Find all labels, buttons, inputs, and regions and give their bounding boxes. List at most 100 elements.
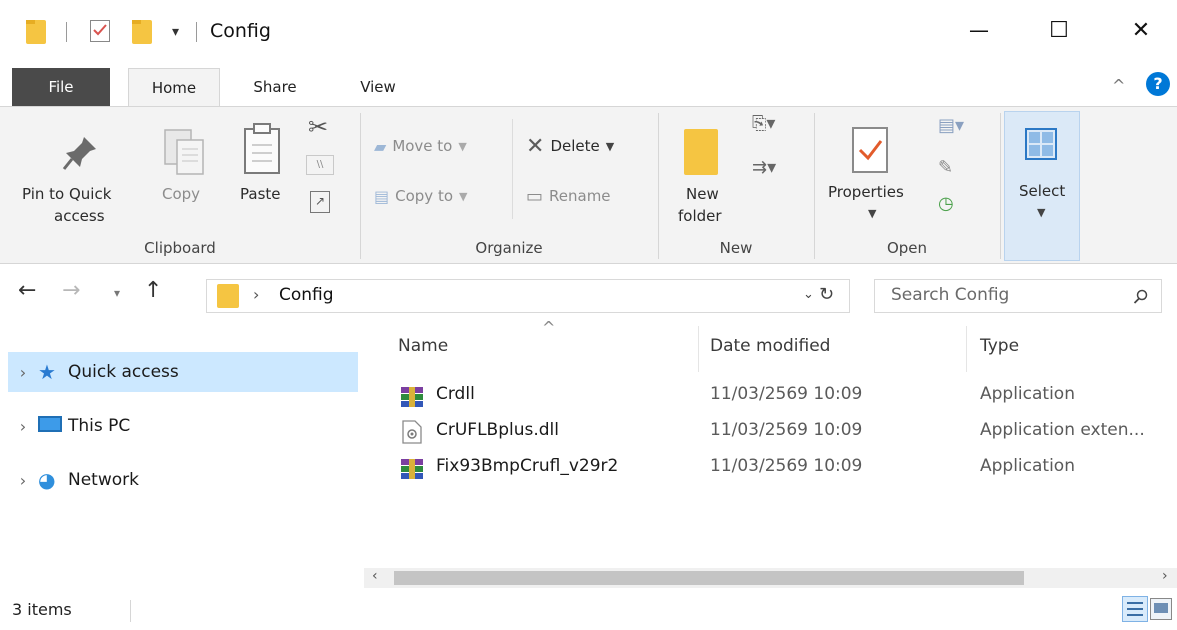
expand-chevron-icon[interactable]: › [8, 363, 38, 382]
nav-item-quick-access[interactable]: › ★ Quick access [8, 352, 358, 392]
column-header-name[interactable]: Name [398, 336, 448, 356]
pin-to-quick-access-button[interactable]: Pin to Quick access [10, 115, 140, 233]
forward-arrow-icon[interactable]: → [62, 278, 80, 303]
customize-quick-access-icon[interactable]: ▾ [172, 24, 179, 40]
paste-shortcut-icon[interactable]: ↗ [310, 191, 330, 213]
up-arrow-icon[interactable]: ↑ [144, 278, 162, 303]
computer-icon [38, 415, 68, 437]
window-title: Config [210, 20, 271, 42]
sort-ascending-icon: ^ [542, 318, 556, 337]
edit-icon[interactable]: ✎ [938, 157, 953, 178]
file-name: Crdll [436, 384, 475, 404]
column-separator[interactable] [698, 326, 699, 372]
close-button[interactable]: ✕ [1118, 10, 1164, 50]
select-button[interactable]: Select ▼ [1004, 111, 1080, 261]
help-icon[interactable]: ? [1146, 72, 1170, 96]
search-input[interactable]: Search Config [874, 279, 1162, 313]
nav-item-network[interactable]: › ◕ Network [8, 460, 358, 500]
maximize-button[interactable]: ☐ [1036, 10, 1082, 50]
new-folder-button[interactable]: New folder [670, 115, 740, 233]
ribbon-home: Pin to Quick access Copy Paste ✂ \\ ↗ Cl… [0, 106, 1177, 264]
group-separator [658, 113, 659, 259]
file-date: 11/03/2569 10:09 [710, 384, 863, 404]
new-folder-icon [684, 129, 718, 175]
move-to-label: Move to [392, 137, 453, 155]
dropdown-arrow-icon: ▼ [1037, 206, 1046, 219]
copy-label: Copy [162, 185, 201, 203]
refresh-icon[interactable]: ↻ [819, 284, 834, 305]
expand-chevron-icon[interactable]: › [8, 417, 38, 436]
properties-quick-icon[interactable] [90, 20, 110, 42]
delete-label: Delete [550, 137, 600, 155]
group-separator [1000, 113, 1001, 259]
scrollbar-thumb[interactable] [394, 571, 1024, 585]
star-icon: ★ [38, 360, 56, 384]
file-date: 11/03/2569 10:09 [710, 420, 863, 440]
quick-access-separator [66, 22, 67, 42]
address-bar[interactable]: › Config ⌄ ↻ [206, 279, 850, 313]
details-view-icon[interactable] [1122, 596, 1148, 622]
column-header-type[interactable]: Type [980, 336, 1019, 356]
collapse-ribbon-icon[interactable]: ^ [1112, 76, 1125, 95]
new-item-icon[interactable]: ⎘▾ [752, 113, 775, 134]
file-row[interactable]: Fix93BmpCrufl_v29r2 11/03/2569 10:09 App… [364, 450, 1177, 486]
properties-button[interactable]: Properties ▼ [822, 115, 926, 233]
open-icon[interactable]: ▤▾ [938, 115, 964, 136]
copy-path-icon[interactable]: \\ [306, 155, 334, 175]
delete-button[interactable]: ✕ Delete ▼ [526, 131, 614, 161]
column-header-date-modified[interactable]: Date modified [710, 336, 830, 356]
back-arrow-icon[interactable]: ← [18, 278, 36, 303]
title-bar: ▾ Config — ☐ ✕ [0, 0, 1177, 62]
file-date: 11/03/2569 10:09 [710, 456, 863, 476]
easy-access-icon[interactable]: ⇉▾ [752, 157, 776, 178]
file-type: Application [980, 456, 1075, 476]
expand-chevron-icon[interactable]: › [8, 471, 38, 490]
status-bar: 3 items [0, 590, 1177, 630]
copy-to-button[interactable]: ▤ Copy to ▼ [374, 181, 467, 211]
dropdown-arrow-icon: ▼ [868, 207, 877, 220]
tab-file[interactable]: File [12, 68, 110, 106]
tab-share[interactable]: Share [240, 68, 310, 106]
group-separator [360, 113, 361, 259]
file-row[interactable]: Crdll 11/03/2569 10:09 Application [364, 378, 1177, 414]
clipboard-group-label: Clipboard [144, 239, 216, 257]
address-history-icon[interactable]: ⌄ [803, 287, 814, 302]
minimize-button[interactable]: — [956, 10, 1002, 50]
file-row[interactable]: CrUFLBplus.dll 11/03/2569 10:09 Applicat… [364, 414, 1177, 450]
new-folder-label-line2: folder [678, 207, 722, 225]
winrar-archive-icon [401, 459, 423, 479]
breadcrumb-separator[interactable]: › [253, 285, 259, 304]
network-icon: ◕ [38, 468, 56, 492]
rename-button[interactable]: ▭ Rename [526, 181, 611, 211]
scroll-left-arrow-icon[interactable]: ‹ [372, 568, 378, 584]
horizontal-scrollbar[interactable]: ‹ › [364, 568, 1177, 588]
winrar-archive-icon [401, 387, 423, 407]
nav-item-this-pc[interactable]: › This PC [8, 406, 358, 446]
rename-label: Rename [549, 187, 611, 205]
file-name: CrUFLBplus.dll [436, 420, 560, 440]
copy-to-label: Copy to [395, 187, 454, 205]
tab-home[interactable]: Home [128, 68, 220, 106]
organize-separator [512, 119, 513, 219]
scroll-right-arrow-icon[interactable]: › [1162, 568, 1168, 584]
search-placeholder: Search Config [891, 285, 1010, 305]
copy-button[interactable]: Copy [152, 115, 216, 225]
recent-locations-icon[interactable]: ▾ [114, 286, 120, 300]
breadcrumb-config[interactable]: Config [279, 285, 334, 305]
tab-view[interactable]: View [348, 68, 408, 106]
delete-icon: ✕ [526, 133, 545, 159]
new-folder-quick-icon[interactable] [132, 20, 152, 44]
history-icon[interactable]: ◷ [938, 193, 954, 214]
navigation-bar: ← → ▾ ↑ › Config ⌄ ↻ Search Config [0, 264, 1177, 326]
large-icons-view-icon[interactable] [1150, 598, 1172, 620]
copy-icon [164, 129, 204, 175]
select-icon [1025, 128, 1057, 160]
navigation-pane: › ★ Quick access › This PC › ◕ Network [0, 326, 364, 578]
column-separator[interactable] [966, 326, 967, 372]
cut-icon[interactable]: ✂ [308, 113, 328, 141]
move-to-icon: ▰ [374, 136, 387, 156]
paste-button[interactable]: Paste [228, 115, 298, 225]
pin-label-line1: Pin to Quick [22, 185, 112, 203]
move-to-button[interactable]: ▰ Move to ▼ [374, 131, 467, 161]
status-separator [130, 600, 131, 622]
